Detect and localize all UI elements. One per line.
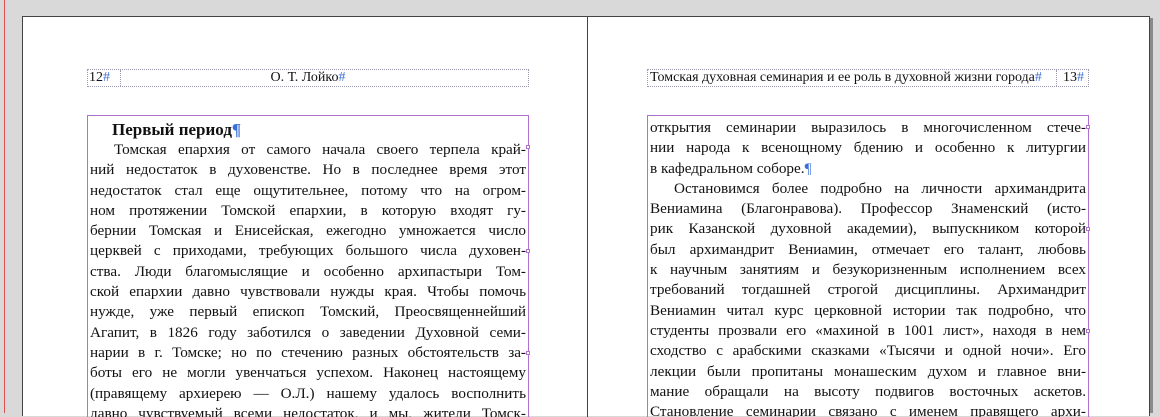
text-line: открытия семинарии выразилось в многочис… [650, 119, 1086, 136]
page-spread: 12# О. Т. Лойко# Томская духовная семина… [22, 16, 1150, 417]
left-text-frame[interactable]: Первый период¶ Томская епархия от самого… [87, 115, 529, 417]
text-line: к научным занятиям и безукоризненным исп… [650, 261, 1086, 279]
text-line: бернии Томская и Енисейская, ежегодно ум… [90, 222, 526, 240]
frame-port-handle[interactable] [1086, 329, 1090, 333]
text-line: Томская епархия от самого начала своего … [114, 141, 526, 158]
text-line: ном протяжении Томской епархии, в котору… [90, 201, 526, 219]
text-line: боты его не могли увенчаться успехом. На… [90, 364, 526, 382]
frame-port-handle[interactable] [526, 249, 530, 253]
text-line: студенты прозвали его «махиной в 1001 ли… [650, 321, 1086, 339]
text-line: требований тогдашней строгой дисциплины.… [650, 281, 1086, 299]
text-line: Вениамина (Благонравова). Профессор Знам… [650, 200, 1086, 218]
right-folio: 13# [1063, 70, 1084, 85]
text-line: Становление семинарии связано с именем п… [650, 403, 1086, 417]
left-running-header[interactable]: 12# О. Т. Лойко# [87, 69, 529, 87]
chapter-heading: Первый период¶ [112, 120, 242, 139]
right-running-title: Томская духовная семинария и ее роль в д… [650, 70, 1042, 85]
pilcrow-mark: ¶ [804, 159, 812, 177]
right-text-frame[interactable]: открытия семинарии выразилось в многочис… [647, 115, 1089, 417]
end-of-story-mark: # [338, 70, 346, 85]
end-of-story-mark: # [1077, 70, 1084, 85]
text-line: нужде, уже первый епископ Томский, Преос… [90, 303, 526, 321]
text-line: (правящему архиерею — О.Л.) нашему удало… [90, 384, 526, 402]
text-line: недостаток стал еще ощутительнее, потому… [90, 181, 526, 199]
text-line: ства. Люди благомыслящие и особенно архи… [90, 262, 526, 280]
text-line: ний недостаток в духовенстве. Но в после… [90, 161, 526, 179]
text-line: давно чувствуемый всеми недостаток, и мы… [90, 404, 526, 417]
text-line: Остановимся более подробно на личности а… [674, 179, 1086, 197]
left-running-title: О. Т. Лойко# [270, 70, 346, 85]
pilcrow-mark: ¶ [231, 120, 242, 139]
text-line: нарии в г. Томске; но по стечению разных… [90, 343, 526, 361]
frame-port-handle[interactable] [526, 351, 530, 355]
header-divider [1056, 70, 1058, 86]
margin-guide [4, 0, 5, 413]
text-line: был архимандрит Вениамин, отмечает его т… [650, 240, 1086, 258]
text-line: Агапит, в 1826 году заботился о заведени… [90, 323, 526, 341]
text-line: ской епархии давно чувствовали нужды кра… [90, 283, 526, 301]
frame-port-handle[interactable] [1086, 227, 1090, 231]
text-line: рик Казанской духовной академии), выпуск… [650, 220, 1086, 238]
text-line: нии народа к всенощному бдению и особенн… [650, 139, 1086, 157]
text-line: церквей с приходами, требующих большого … [90, 242, 526, 260]
frame-port-handle[interactable] [1086, 125, 1090, 129]
text-line: сходство с арабскими сказками «Тысячи и … [650, 342, 1086, 360]
text-line: лекции были пропитаны монашеским духом и… [650, 362, 1086, 380]
spread-shadow [1150, 18, 1153, 413]
right-running-header[interactable]: Томская духовная семинария и ее роль в д… [647, 69, 1089, 87]
end-of-story-mark: # [1034, 70, 1042, 85]
spread-gutter [587, 17, 588, 417]
text-line: мание обращали на высоту подвигов восточ… [650, 382, 1086, 400]
frame-port-handle[interactable] [526, 145, 530, 149]
text-line: в кафедральном соборе.¶ [650, 159, 812, 177]
text-line: Вениамин читал курс церковной истории та… [650, 301, 1086, 319]
